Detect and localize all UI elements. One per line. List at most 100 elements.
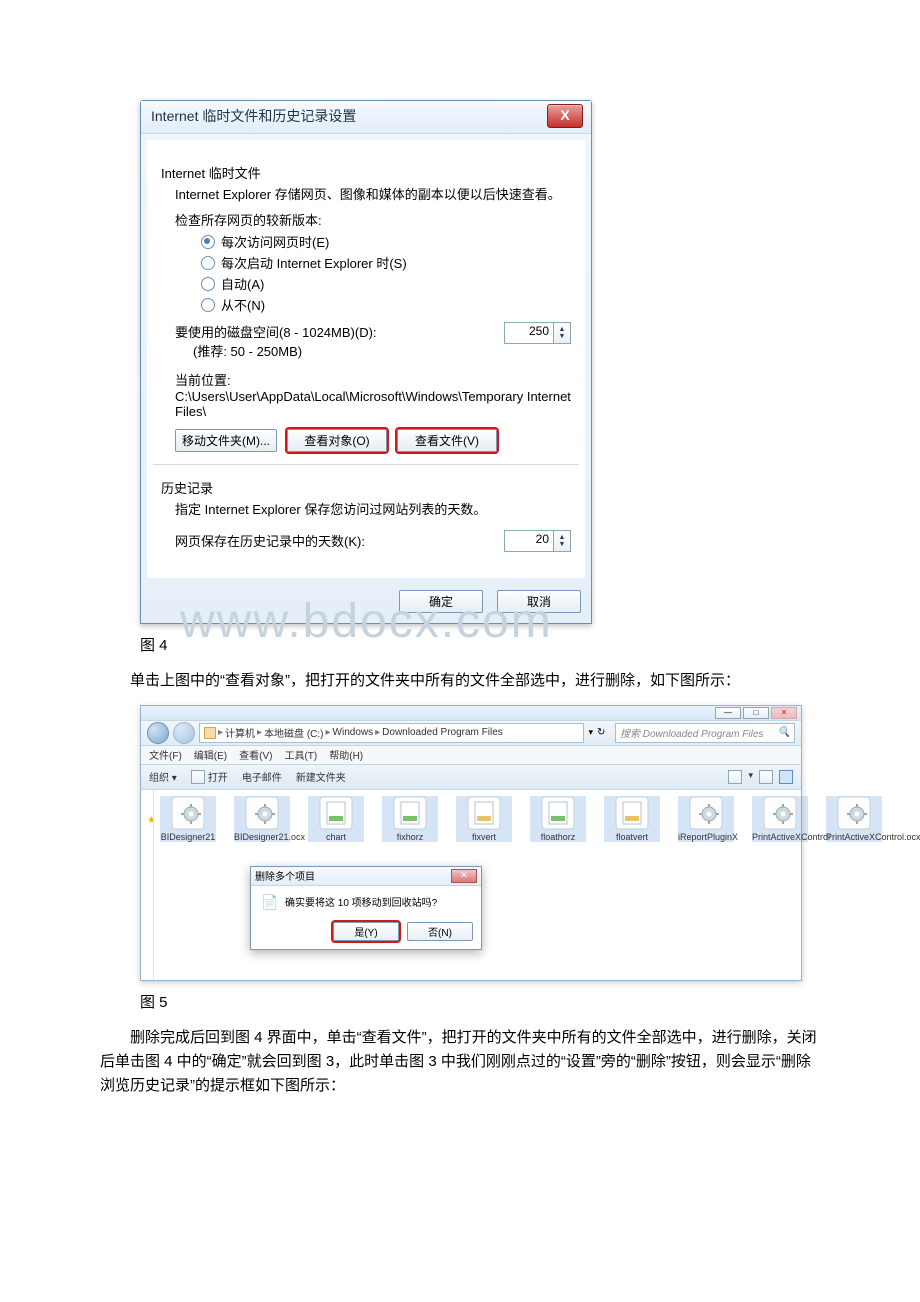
file-label: PrintActiveXControl.ocx [826,832,882,842]
view-files-button[interactable]: 查看文件(V) [397,429,497,452]
email-button[interactable]: 电子邮件 [242,769,282,784]
radio-label: 自动(A) [221,274,264,293]
nav-back-button[interactable] [147,722,169,744]
search-placeholder: 搜索 Downloaded Program Files [620,725,763,740]
history-title: 历史记录 [161,478,571,497]
history-days-label: 网页保存在历史记录中的天数(K): [175,531,365,550]
file-label: BIDesigner21 [160,832,216,842]
history-days-input[interactable]: 20 [504,530,554,552]
crumb-computer[interactable]: 计算机 [225,725,255,740]
question-icon: 📄 [261,894,277,910]
delete-no-button[interactable]: 否(N) [407,922,473,941]
history-desc: 指定 Internet Explorer 保存您访问过网站列表的天数。 [175,501,571,519]
search-input[interactable]: 搜索 Downloaded Program Files 🔍 [615,723,795,743]
preview-pane-button[interactable] [759,770,773,784]
window-controls: — □ ✕ [141,706,801,721]
radio-label: 从不(N) [221,295,265,314]
file-item[interactable]: floatvert [604,796,660,842]
open-button[interactable]: 打开 [191,769,228,784]
file-item[interactable]: chart [308,796,364,842]
crumb-windows[interactable]: Windows [333,727,374,738]
help-button[interactable] [779,770,793,784]
radio-label: 每次启动 Internet Explorer 时(S) [221,253,407,272]
disk-space-spinner[interactable]: ▲▼ [554,322,571,344]
radio-option-3[interactable]: 从不(N) [201,295,571,314]
ok-button[interactable]: 确定 [399,590,483,613]
radio-icon [201,277,215,291]
disk-space-input[interactable]: 250 [504,322,554,344]
radio-option-2[interactable]: 自动(A) [201,274,571,293]
file-list[interactable]: BIDesigner21 BIDesigner21.ocx chart fixhorz… [160,796,882,842]
delete-dialog-title: 删除多个项目 [255,868,315,883]
star-icon: ★ [147,815,154,826]
history-days-spinner[interactable]: ▲▼ [554,530,571,552]
radio-icon [201,256,215,270]
menu-item[interactable]: 查看(V) [239,747,272,762]
open-icon [191,770,205,784]
file-label: fixhorz [382,832,438,842]
divider [153,464,579,465]
minimize-button[interactable]: — [715,707,741,719]
file-item[interactable]: fixvert [456,796,512,842]
file-label: chart [308,832,364,842]
file-label: floatvert [604,832,660,842]
file-label: PrintActiveXControl [752,832,808,842]
menu-item[interactable]: 帮助(H) [329,747,363,762]
file-label: fixvert [456,832,512,842]
view-objects-button[interactable]: 查看对象(O) [287,429,387,452]
location-path: C:\Users\User\AppData\Local\Microsoft\Wi… [175,389,571,419]
window-close-button[interactable]: ✕ [771,707,797,719]
crumb-dpf[interactable]: Downloaded Program Files [382,727,503,738]
menu-item[interactable]: 编辑(E) [194,747,227,762]
radio-icon [201,298,215,312]
view-button[interactable] [728,770,742,784]
radio-icon [201,235,215,249]
breadcrumb[interactable]: ▸ 计算机 ▸ 本地磁盘 (C:) ▸ Windows ▸ Downloaded… [199,723,584,743]
delete-yes-button[interactable]: 是(Y) [333,922,399,941]
file-item[interactable]: BIDesigner21.ocx [234,796,290,842]
new-folder-button[interactable]: 新建文件夹 [296,769,346,784]
sidebar: ★收藏夹 下载桌面最近访问的位置 库 视频图片文档迅雷下载音乐 🖥计算机 本地磁… [141,790,154,980]
explorer-window: — □ ✕ ▸ 计算机 ▸ 本地磁盘 (C:) ▸ Windows ▸ Down… [140,705,802,981]
radio-option-0[interactable]: 每次访问网页时(E) [201,232,571,251]
folder-icon [204,727,216,739]
file-label: iReportPluginX [678,832,734,842]
file-item[interactable]: BIDesigner21 [160,796,216,842]
dialog-titlebar: Internet 临时文件和历史记录设置 X [141,101,591,134]
delete-dialog-msg: 确实要将这 10 项移动到回收站吗? [285,894,437,909]
menu-bar[interactable]: 文件(F) 编辑(E) 查看(V) 工具(T) 帮助(H) [141,746,801,765]
radio-option-1[interactable]: 每次启动 Internet Explorer 时(S) [201,253,571,272]
disk-label-2: (推荐: 50 - 250MB) [193,341,377,360]
file-item[interactable]: fixhorz [382,796,438,842]
file-item[interactable]: PrintActiveXControl.ocx [826,796,882,842]
cancel-button[interactable]: 取消 [497,590,581,613]
close-button[interactable]: X [547,104,583,128]
search-icon: 🔍 [778,727,790,738]
figure-5-caption: 图 5 [140,991,820,1012]
paragraph-1: 单击上图中的“查看对象”，把打开的文件夹中所有的文件全部选中，进行删除，如下图所… [100,669,820,693]
maximize-button[interactable]: □ [743,707,769,719]
menu-item[interactable]: 工具(T) [284,747,317,762]
nav-forward-button[interactable] [173,722,195,744]
file-item[interactable]: iReportPluginX [678,796,734,842]
dialog-title-text: Internet 临时文件和历史记录设置 [151,106,356,126]
crumb-c[interactable]: 本地磁盘 (C:) [264,725,323,740]
paragraph-2: 删除完成后回到图 4 界面中，单击“查看文件”，把打开的文件夹中所有的文件全部选… [100,1026,820,1098]
organize-button[interactable]: 组织 ▾ [149,769,177,784]
file-label: BIDesigner21.ocx [234,832,290,842]
location-label: 当前位置: [175,370,571,389]
radio-label: 每次访问网页时(E) [221,232,329,251]
file-item[interactable]: floathorz [530,796,586,842]
figure-4-caption: 图 4 [140,634,820,655]
temp-files-desc: Internet Explorer 存储网页、图像和媒体的副本以便以后快速查看。 [175,186,571,204]
temp-files-title: Internet 临时文件 [161,163,571,182]
menu-item[interactable]: 文件(F) [149,747,182,762]
move-folder-button[interactable]: 移动文件夹(M)... [175,429,277,452]
check-label: 检查所存网页的较新版本: [175,212,571,230]
settings-dialog: Internet 临时文件和历史记录设置 X Internet 临时文件 Int… [140,100,592,624]
file-label: floathorz [530,832,586,842]
disk-label-1: 要使用的磁盘空间(8 - 1024MB)(D): [175,322,377,341]
delete-confirm-dialog: 删除多个项目 ✕ 📄 确实要将这 10 项移动到回收站吗? 是(Y) 否(N) [250,866,482,950]
delete-dialog-close[interactable]: ✕ [451,869,477,883]
file-item[interactable]: PrintActiveXControl [752,796,808,842]
